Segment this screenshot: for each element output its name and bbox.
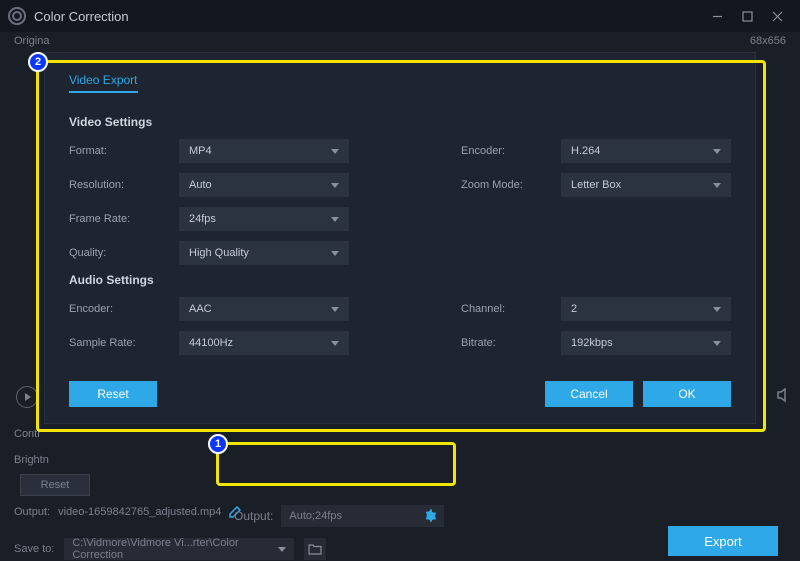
audio-encoder-select[interactable]: AAC (179, 297, 349, 321)
resolution-select[interactable]: Auto (179, 173, 349, 197)
save-to-row: Save to: C:\Vidmore\Vidmore Vi...rter\Co… (14, 538, 326, 560)
brightness-label: Brightn (14, 454, 49, 466)
window-title: Color Correction (34, 9, 702, 24)
chevron-down-icon (331, 341, 339, 346)
quality-select[interactable]: High Quality (179, 241, 349, 265)
bitrate-label: Bitrate: (461, 337, 561, 349)
chevron-down-icon (331, 149, 339, 154)
close-button[interactable] (762, 1, 792, 31)
export-button[interactable]: Export (668, 526, 778, 556)
format-label: Format: (69, 145, 179, 157)
video-settings-heading: Video Settings (69, 115, 731, 129)
audio-settings-heading: Audio Settings (69, 273, 731, 287)
output-settings-value: Auto;24fps (289, 510, 342, 522)
encoder-select[interactable]: H.264 (561, 139, 731, 163)
chevron-down-icon (331, 183, 339, 188)
save-label: Save to: (14, 543, 54, 555)
maximize-button[interactable] (732, 1, 762, 31)
open-folder-button[interactable] (304, 538, 326, 560)
annotation-marker-2: 2 (28, 52, 48, 72)
chevron-down-icon (713, 307, 721, 312)
info-row: Origina 68x656 (0, 32, 800, 50)
sample-rate-label: Sample Rate: (69, 337, 179, 349)
chevron-down-icon (713, 341, 721, 346)
annotation-marker-1: 1 (208, 434, 228, 454)
modal-reset-button[interactable]: Reset (69, 381, 157, 407)
output2-label: Output: (234, 509, 273, 523)
chevron-down-icon (331, 251, 339, 256)
save-path-select[interactable]: C:\Vidmore\Vidmore Vi...rter\Color Corre… (64, 538, 294, 560)
chevron-down-icon (278, 547, 286, 552)
gear-icon[interactable] (422, 509, 436, 523)
app-logo-icon (8, 7, 26, 25)
cancel-button[interactable]: Cancel (545, 381, 633, 407)
framerate-label: Frame Rate: (69, 213, 179, 225)
original-label: Origina (14, 35, 49, 47)
bitrate-select[interactable]: 192kbps (561, 331, 731, 355)
channel-label: Channel: (461, 303, 561, 315)
chevron-down-icon (713, 149, 721, 154)
dimensions-label: 68x656 (750, 35, 786, 47)
zoom-select[interactable]: Letter Box (561, 173, 731, 197)
audio-encoder-label: Encoder: (69, 303, 179, 315)
output-file-name: video-1659842765_adjusted.mp4 (58, 506, 221, 518)
zoom-label: Zoom Mode: (461, 179, 561, 191)
resolution-label: Resolution: (69, 179, 179, 191)
bg-reset-button[interactable]: Reset (20, 474, 90, 496)
output-settings-modal: Video Export Video Settings Format: MP4 … (44, 52, 756, 424)
chevron-down-icon (713, 183, 721, 188)
framerate-select[interactable]: 24fps (179, 207, 349, 231)
channel-select[interactable]: 2 (561, 297, 731, 321)
title-bar: Color Correction (0, 0, 800, 32)
output-settings-box[interactable]: Auto;24fps (281, 505, 444, 527)
encoder-label: Encoder: (461, 145, 561, 157)
output-settings-row: Output: Auto;24fps (228, 500, 450, 532)
quality-label: Quality: (69, 247, 179, 259)
format-select[interactable]: MP4 (179, 139, 349, 163)
play-icon[interactable] (16, 386, 38, 408)
contrast-label: Contr (14, 428, 41, 440)
speaker-icon[interactable] (776, 386, 794, 404)
sample-rate-select[interactable]: 44100Hz (179, 331, 349, 355)
chevron-down-icon (331, 307, 339, 312)
output-label: Output: (14, 506, 50, 518)
chevron-down-icon (331, 217, 339, 222)
minimize-button[interactable] (702, 1, 732, 31)
tab-video-export[interactable]: Video Export (69, 69, 138, 93)
save-path-value: C:\Vidmore\Vidmore Vi...rter\Color Corre… (72, 537, 278, 561)
ok-button[interactable]: OK (643, 381, 731, 407)
output-file-row: Output: video-1659842765_adjusted.mp4 (14, 506, 241, 518)
